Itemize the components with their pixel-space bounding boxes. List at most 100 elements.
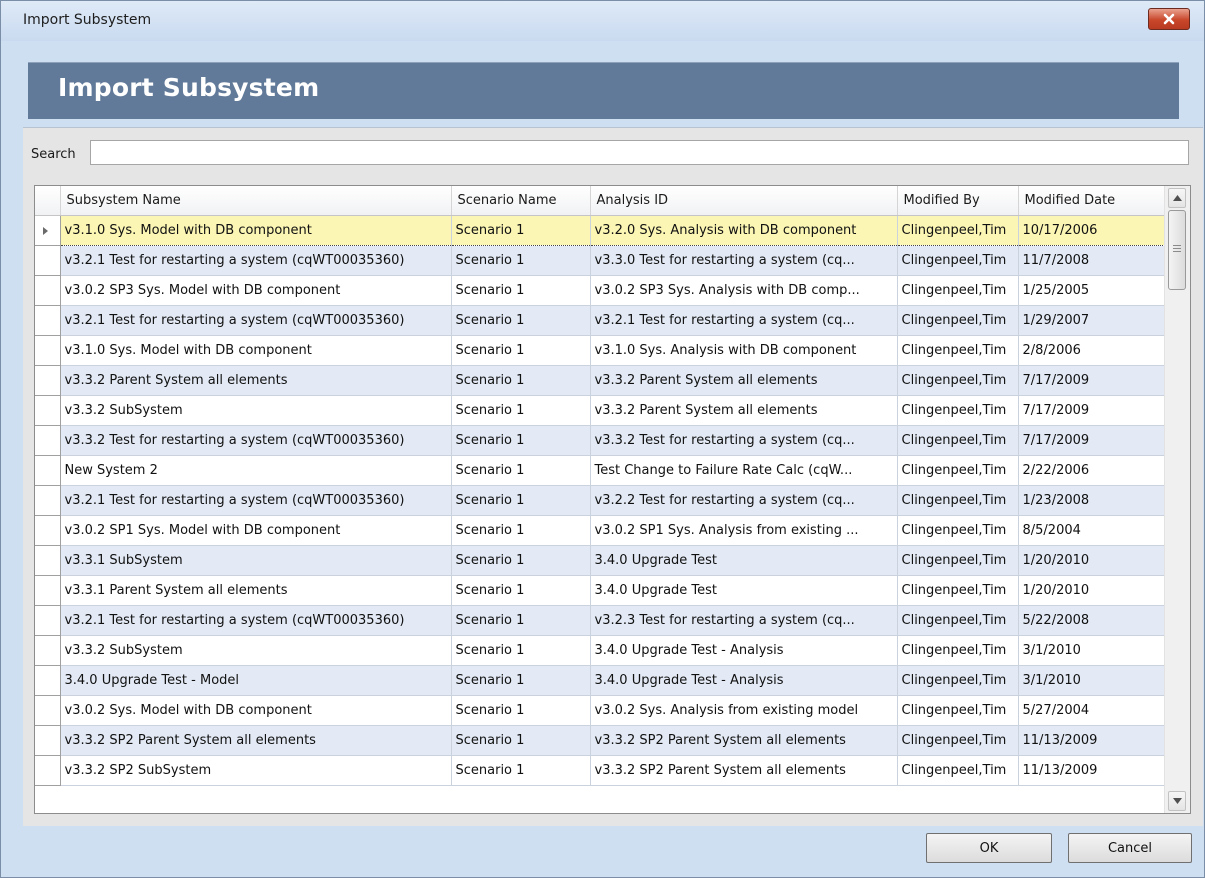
- ok-button[interactable]: OK: [926, 833, 1052, 863]
- row-header[interactable]: [35, 575, 61, 606]
- modified-date-cell[interactable]: 1/29/2007: [1018, 305, 1166, 336]
- row-header[interactable]: [35, 365, 61, 396]
- modified-date-cell[interactable]: 5/27/2004: [1018, 695, 1166, 726]
- analysis-id-cell[interactable]: 3.4.0 Upgrade Test: [590, 575, 898, 606]
- vertical-scrollbar[interactable]: [1164, 186, 1190, 813]
- scroll-thumb[interactable]: [1168, 210, 1186, 290]
- scenario-name-cell[interactable]: Scenario 1: [451, 365, 591, 396]
- analysis-id-cell[interactable]: v3.3.2 Test for restarting a system (cq.…: [590, 425, 898, 456]
- subsystem-name-cell[interactable]: v3.0.2 SP3 Sys. Model with DB component: [60, 275, 452, 306]
- analysis-id-cell[interactable]: Test Change to Failure Rate Calc (cqW...: [590, 455, 898, 486]
- modified-by-cell[interactable]: Clingenpeel,Tim: [897, 545, 1019, 576]
- modified-date-cell[interactable]: 1/20/2010: [1018, 575, 1166, 606]
- subsystem-name-cell[interactable]: v3.2.1 Test for restarting a system (cqW…: [60, 245, 452, 276]
- analysis-id-cell[interactable]: v3.0.2 SP1 Sys. Analysis from existing .…: [590, 515, 898, 546]
- subsystem-name-cell[interactable]: v3.3.1 SubSystem: [60, 545, 452, 576]
- modified-date-cell[interactable]: 7/17/2009: [1018, 425, 1166, 456]
- table-row[interactable]: v3.3.2 SP2 SubSystem Scenario 1 v3.3.2 SP2…: [35, 755, 1166, 786]
- modified-by-cell[interactable]: Clingenpeel,Tim: [897, 425, 1019, 456]
- table-row[interactable]: 3.4.0 Upgrade Test - Model Scenario 1 3.4.…: [35, 665, 1166, 696]
- table-row[interactable]: v3.3.2 Test for restarting a system (cqW…: [35, 425, 1166, 456]
- row-header[interactable]: [35, 215, 61, 246]
- analysis-id-cell[interactable]: v3.2.3 Test for restarting a system (cq.…: [590, 605, 898, 636]
- table-row[interactable]: v3.3.2 SubSystem Scenario 1 3.4.0 Upgrade …: [35, 635, 1166, 666]
- analysis-id-cell[interactable]: v3.2.1 Test for restarting a system (cq.…: [590, 305, 898, 336]
- row-header[interactable]: [35, 455, 61, 486]
- subsystem-name-cell[interactable]: v3.0.2 Sys. Model with DB component: [60, 695, 452, 726]
- modified-by-cell[interactable]: Clingenpeel,Tim: [897, 665, 1019, 696]
- scenario-name-cell[interactable]: Scenario 1: [451, 214, 591, 246]
- table-row[interactable]: v3.0.2 Sys. Model with DB component Scena…: [35, 695, 1166, 726]
- modified-by-cell[interactable]: Clingenpeel,Tim: [897, 575, 1019, 606]
- table-row[interactable]: v3.2.1 Test for restarting a system (cqW…: [35, 605, 1166, 636]
- scenario-name-cell[interactable]: Scenario 1: [451, 635, 591, 666]
- analysis-id-cell[interactable]: v3.3.2 Parent System all elements: [590, 365, 898, 396]
- subsystem-name-cell[interactable]: v3.3.2 Parent System all elements: [60, 365, 452, 396]
- row-header[interactable]: [35, 275, 61, 306]
- subsystem-name-cell[interactable]: v3.1.0 Sys. Model with DB component: [60, 214, 452, 246]
- subsystem-name-cell[interactable]: New System 2: [60, 455, 452, 486]
- subsystem-name-cell[interactable]: v3.2.1 Test for restarting a system (cqW…: [60, 605, 452, 636]
- modified-by-cell[interactable]: Clingenpeel,Tim: [897, 395, 1019, 426]
- subsystem-name-cell[interactable]: v3.3.2 SubSystem: [60, 395, 452, 426]
- row-header[interactable]: [35, 245, 61, 276]
- modified-date-cell[interactable]: 11/13/2009: [1018, 725, 1166, 756]
- scenario-name-cell[interactable]: Scenario 1: [451, 755, 591, 786]
- close-button[interactable]: [1148, 8, 1190, 30]
- scenario-name-cell[interactable]: Scenario 1: [451, 245, 591, 276]
- modified-by-cell[interactable]: Clingenpeel,Tim: [897, 214, 1019, 246]
- modified-date-cell[interactable]: 2/8/2006: [1018, 335, 1166, 366]
- scenario-name-cell[interactable]: Scenario 1: [451, 275, 591, 306]
- table-row[interactable]: v3.3.1 Parent System all elements Scenari…: [35, 575, 1166, 606]
- modified-date-cell[interactable]: 1/20/2010: [1018, 545, 1166, 576]
- search-input[interactable]: [90, 140, 1189, 165]
- row-header[interactable]: [35, 305, 61, 336]
- modified-by-cell[interactable]: Clingenpeel,Tim: [897, 695, 1019, 726]
- subsystem-name-cell[interactable]: v3.3.2 Test for restarting a system (cqW…: [60, 425, 452, 456]
- subsystem-name-cell[interactable]: v3.3.1 Parent System all elements: [60, 575, 452, 606]
- modified-by-cell[interactable]: Clingenpeel,Tim: [897, 515, 1019, 546]
- table-row[interactable]: v3.1.0 Sys. Model with DB component Scena…: [35, 214, 1166, 246]
- scenario-name-cell[interactable]: Scenario 1: [451, 605, 591, 636]
- modified-date-cell[interactable]: 1/25/2005: [1018, 275, 1166, 306]
- subsystem-name-cell[interactable]: v3.2.1 Test for restarting a system (cqW…: [60, 485, 452, 516]
- modified-date-cell[interactable]: 3/1/2010: [1018, 665, 1166, 696]
- modified-date-cell[interactable]: 7/17/2009: [1018, 365, 1166, 396]
- modified-by-cell[interactable]: Clingenpeel,Tim: [897, 275, 1019, 306]
- modified-by-cell[interactable]: Clingenpeel,Tim: [897, 755, 1019, 786]
- scenario-name-cell[interactable]: Scenario 1: [451, 455, 591, 486]
- modified-by-cell[interactable]: Clingenpeel,Tim: [897, 245, 1019, 276]
- modified-date-cell[interactable]: 11/13/2009: [1018, 755, 1166, 786]
- column-header-subsystem-name[interactable]: Subsystem Name: [60, 186, 452, 216]
- row-header[interactable]: [35, 725, 61, 756]
- subsystem-name-cell[interactable]: v3.3.2 SP2 Parent System all elements: [60, 725, 452, 756]
- scenario-name-cell[interactable]: Scenario 1: [451, 395, 591, 426]
- analysis-id-cell[interactable]: v3.3.2 SP2 Parent System all elements: [590, 725, 898, 756]
- row-header[interactable]: [35, 545, 61, 576]
- modified-by-cell[interactable]: Clingenpeel,Tim: [897, 635, 1019, 666]
- column-header-scenario-name[interactable]: Scenario Name: [451, 186, 591, 216]
- analysis-id-cell[interactable]: v3.0.2 Sys. Analysis from existing model: [590, 695, 898, 726]
- scenario-name-cell[interactable]: Scenario 1: [451, 665, 591, 696]
- analysis-id-cell[interactable]: 3.4.0 Upgrade Test - Analysis: [590, 665, 898, 696]
- column-header-modified-date[interactable]: Modified Date: [1018, 186, 1166, 216]
- modified-date-cell[interactable]: 3/1/2010: [1018, 635, 1166, 666]
- title-bar[interactable]: Import Subsystem: [1, 1, 1204, 41]
- scroll-down-button[interactable]: [1168, 791, 1186, 811]
- subsystem-name-cell[interactable]: v3.3.2 SP2 SubSystem: [60, 755, 452, 786]
- modified-by-cell[interactable]: Clingenpeel,Tim: [897, 455, 1019, 486]
- table-row[interactable]: v3.3.2 SubSystem Scenario 1 v3.3.2 Parent …: [35, 395, 1166, 426]
- modified-date-cell[interactable]: 7/17/2009: [1018, 395, 1166, 426]
- table-row[interactable]: v3.3.2 Parent System all elements Scenari…: [35, 365, 1166, 396]
- modified-by-cell[interactable]: Clingenpeel,Tim: [897, 725, 1019, 756]
- analysis-id-cell[interactable]: v3.2.2 Test for restarting a system (cq.…: [590, 485, 898, 516]
- scenario-name-cell[interactable]: Scenario 1: [451, 575, 591, 606]
- scenario-name-cell[interactable]: Scenario 1: [451, 425, 591, 456]
- scenario-name-cell[interactable]: Scenario 1: [451, 515, 591, 546]
- table-row[interactable]: v3.3.2 SP2 Parent System all elements Sce…: [35, 725, 1166, 756]
- column-header-analysis-id[interactable]: Analysis ID: [590, 186, 898, 216]
- modified-date-cell[interactable]: 2/22/2006: [1018, 455, 1166, 486]
- row-header[interactable]: [35, 695, 61, 726]
- scenario-name-cell[interactable]: Scenario 1: [451, 695, 591, 726]
- analysis-id-cell[interactable]: v3.3.2 SP2 Parent System all elements: [590, 755, 898, 786]
